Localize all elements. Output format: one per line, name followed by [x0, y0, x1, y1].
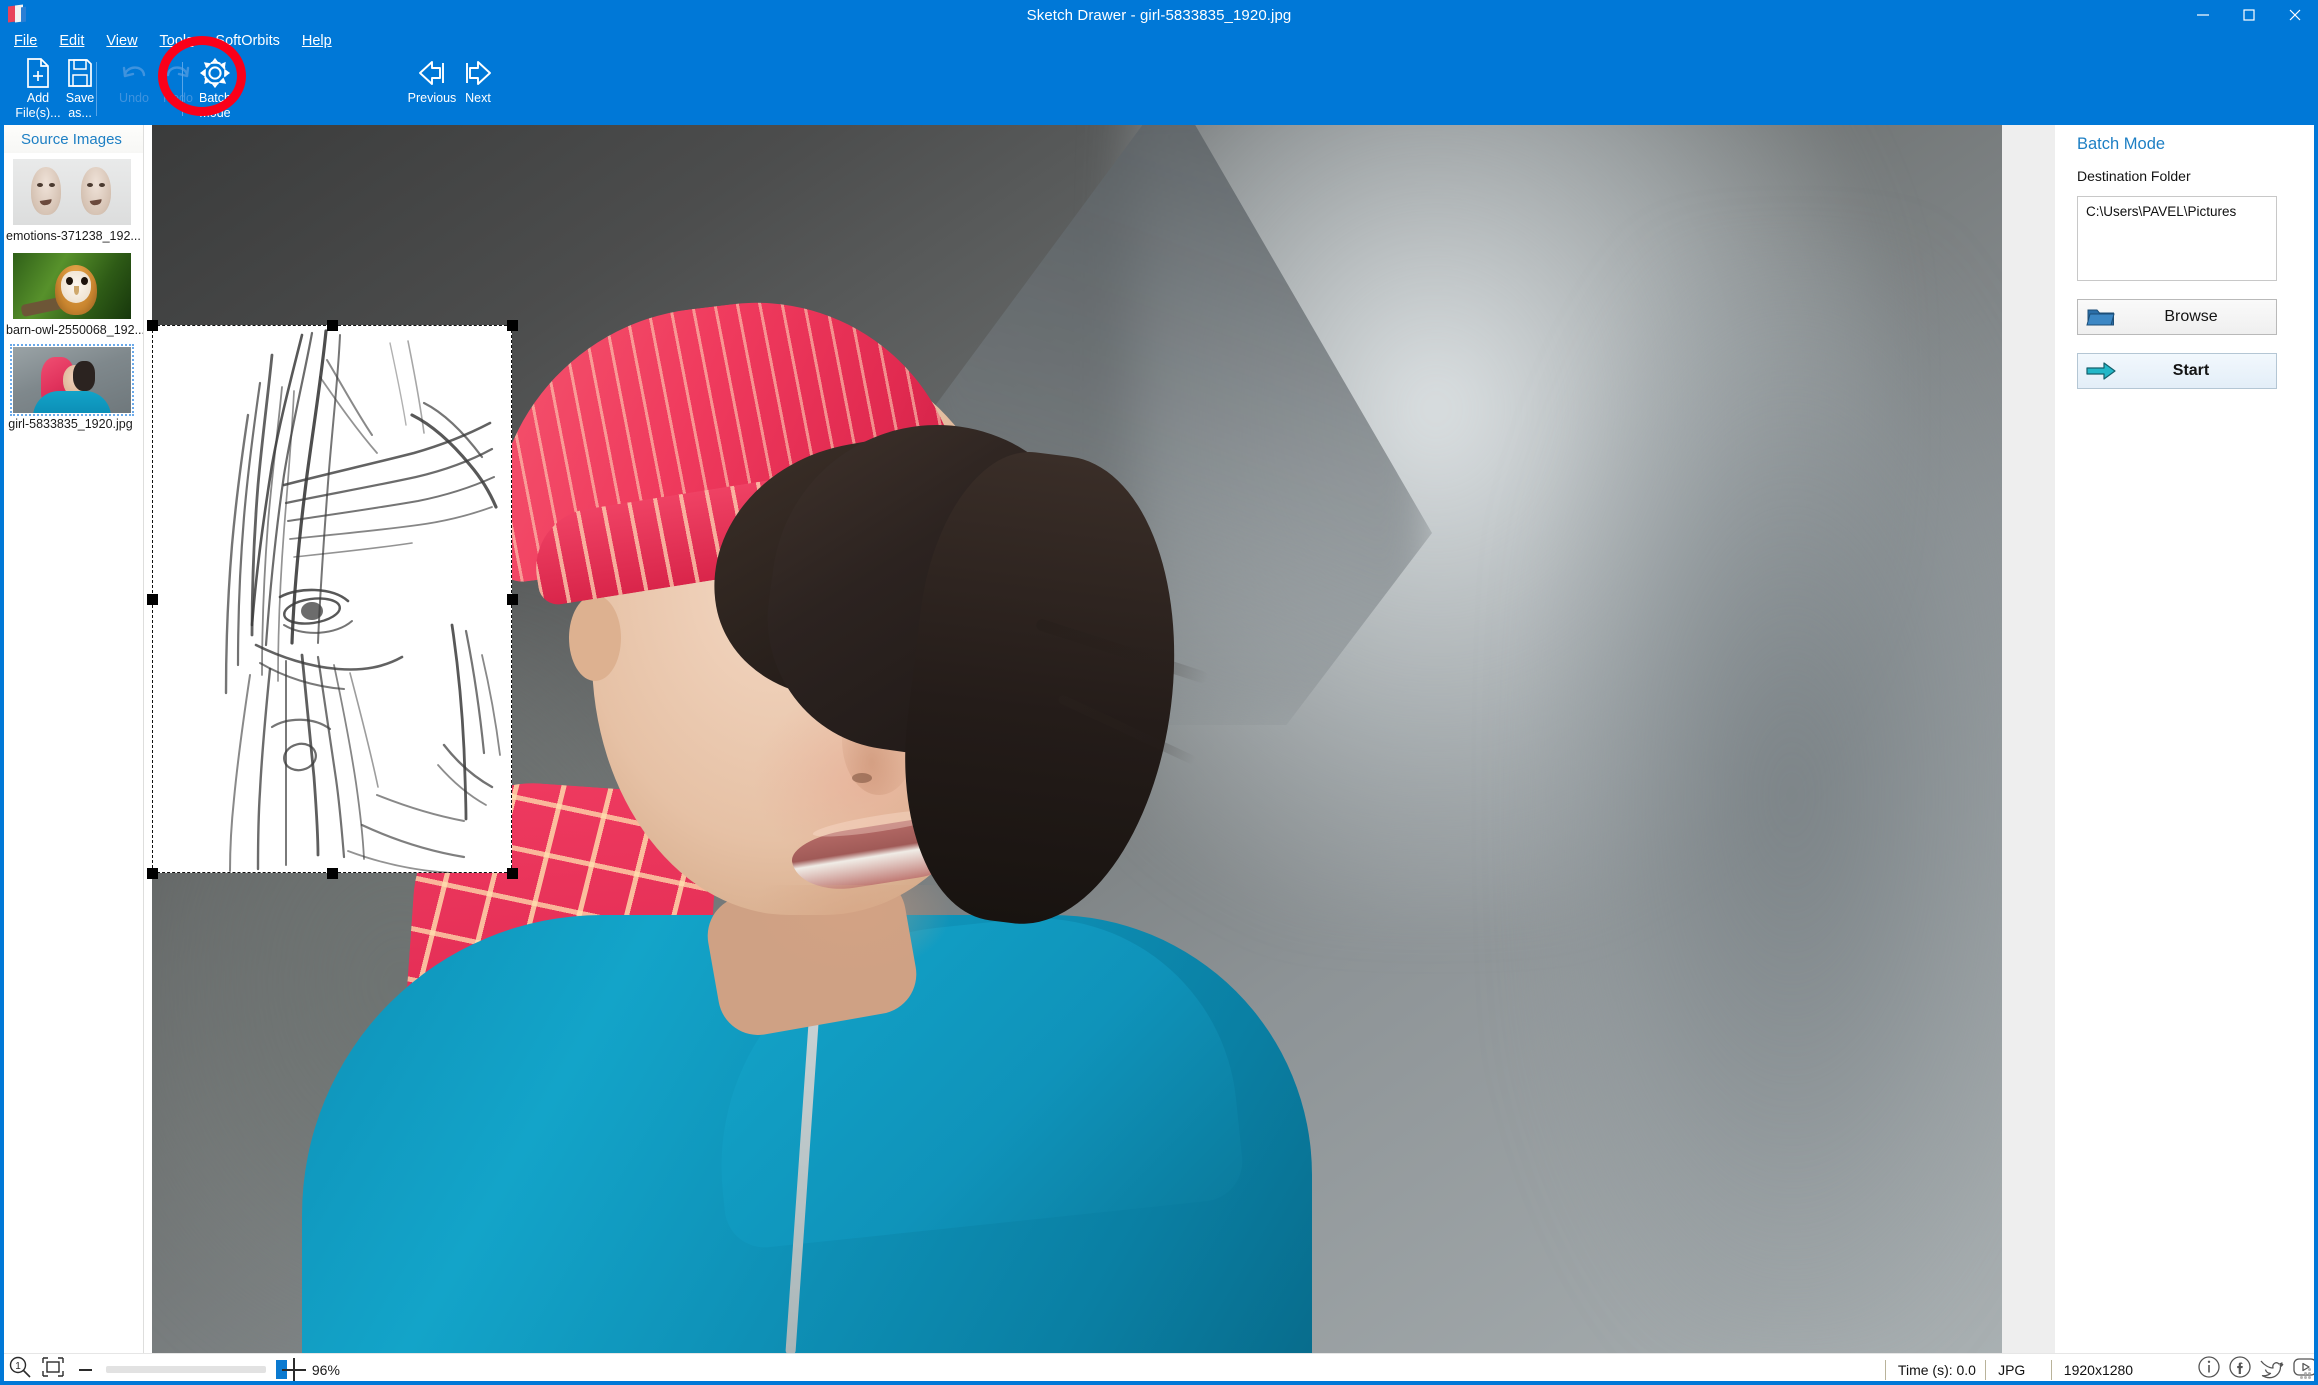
toolbar-divider-1 — [96, 62, 97, 116]
batch-mode-button[interactable]: Batch Mode — [170, 56, 260, 122]
previous-arrow-icon — [415, 56, 449, 90]
selection-handle-e[interactable] — [507, 594, 518, 605]
undo-label: Undo — [119, 91, 149, 105]
list-item[interactable]: barn-owl-2550068_192... — [0, 253, 143, 337]
menu-softorbits[interactable]: SoftOrbits — [215, 34, 279, 49]
destination-folder-label: Destination Folder — [2055, 154, 2318, 184]
window-bottom-border — [0, 1381, 2318, 1385]
window-controls — [2180, 0, 2318, 30]
zoom-level-value: 96% — [312, 1362, 340, 1378]
panel-title: Batch Mode — [2055, 125, 2318, 154]
source-images-panel: Source Images emotions-371238_192... bar… — [0, 125, 144, 1353]
folder-icon — [2078, 305, 2124, 329]
selection-handle-sw[interactable] — [147, 868, 158, 879]
selection-handle-n[interactable] — [327, 320, 338, 331]
next-arrow-icon — [461, 56, 495, 90]
zoom-slider[interactable] — [106, 1366, 267, 1373]
selection-handle-se[interactable] — [507, 868, 518, 879]
fit-to-window-icon[interactable] — [41, 1356, 65, 1383]
menu-bar: File Edit View Tools SoftOrbits Help — [0, 30, 2318, 52]
selection-handle-w[interactable] — [147, 594, 158, 605]
arrow-right-icon — [2078, 360, 2124, 382]
thumbnail-caption: girl-5833835_1920.jpg — [0, 413, 143, 431]
batch-mode-label-line2: Mode — [199, 106, 230, 120]
next-label: Next — [465, 91, 491, 105]
thumbnail-girl[interactable] — [13, 347, 131, 413]
sketch-preview-selection[interactable] — [152, 325, 512, 873]
canvas-gap — [2002, 125, 2055, 1353]
browse-button[interactable]: Browse — [2077, 299, 2277, 335]
thumbnail-caption: emotions-371238_192... — [0, 225, 143, 243]
toolbar: Add File(s)... Save as... Und — [0, 52, 2318, 125]
maximize-icon[interactable] — [2226, 0, 2272, 30]
batch-mode-label-line1: Batch — [199, 91, 231, 105]
thumbnail-caption: barn-owl-2550068_192... — [0, 319, 143, 337]
list-item[interactable]: girl-5833835_1920.jpg — [0, 347, 143, 431]
selection-handle-nw[interactable] — [147, 320, 158, 331]
resize-grip[interactable] — [2300, 1368, 2312, 1380]
menu-edit[interactable]: Edit — [59, 34, 84, 49]
magnifier-icon[interactable]: 1 — [8, 1355, 32, 1384]
facebook-icon[interactable] — [2228, 1355, 2252, 1384]
list-item[interactable]: emotions-371238_192... — [0, 159, 143, 243]
menu-file[interactable]: File — [14, 34, 37, 49]
status-time: Time (s): 0.0 — [1885, 1360, 1985, 1380]
menu-view[interactable]: View — [106, 34, 137, 49]
twitter-icon[interactable] — [2259, 1355, 2285, 1384]
thumbnail-list: emotions-371238_192... barn-owl-2550068_… — [0, 153, 143, 431]
start-label: Start — [2124, 362, 2276, 380]
window-left-border — [0, 0, 4, 1385]
status-format: JPG — [1985, 1360, 2051, 1380]
window-right-border — [2314, 0, 2318, 1385]
zoom-in-button[interactable] — [282, 1358, 296, 1382]
status-dimensions: 1920x1280 — [2051, 1360, 2171, 1380]
thumbnail-emotions[interactable] — [13, 159, 131, 225]
svg-text:1: 1 — [15, 1361, 21, 1372]
minimize-icon[interactable] — [2180, 0, 2226, 30]
thumbnail-barn-owl[interactable] — [13, 253, 131, 319]
close-icon[interactable] — [2272, 0, 2318, 30]
selection-handle-s[interactable] — [327, 868, 338, 879]
menu-tools[interactable]: Tools — [160, 34, 194, 49]
browse-label: Browse — [2124, 308, 2276, 326]
info-icon[interactable] — [2197, 1355, 2221, 1384]
zoom-out-button[interactable] — [79, 1369, 92, 1371]
pencil-sketch-render — [152, 325, 512, 873]
start-button[interactable]: Start — [2077, 353, 2277, 389]
add-files-label-line1: Add — [27, 91, 49, 105]
save-disk-icon — [66, 56, 94, 90]
source-images-header: Source Images — [0, 125, 143, 153]
gear-icon — [198, 56, 232, 90]
title-bar: Sketch Drawer - girl-5833835_1920.jpg — [0, 0, 2318, 30]
menu-help[interactable]: Help — [302, 34, 332, 49]
selection-handle-ne[interactable] — [507, 320, 518, 331]
window-title: Sketch Drawer - girl-5833835_1920.jpg — [0, 7, 2318, 24]
batch-mode-panel: Batch Mode Destination Folder C:\Users\P… — [2055, 125, 2318, 1353]
save-as-label-line2: as... — [68, 106, 92, 120]
save-as-label-line1: Save — [66, 91, 95, 105]
app-logo-icon — [6, 4, 28, 26]
next-button[interactable]: Next — [446, 56, 510, 122]
destination-folder-field[interactable]: C:\Users\PAVEL\Pictures — [2077, 196, 2277, 281]
application-window: Sketch Drawer - girl-5833835_1920.jpg Fi… — [0, 0, 2318, 1385]
